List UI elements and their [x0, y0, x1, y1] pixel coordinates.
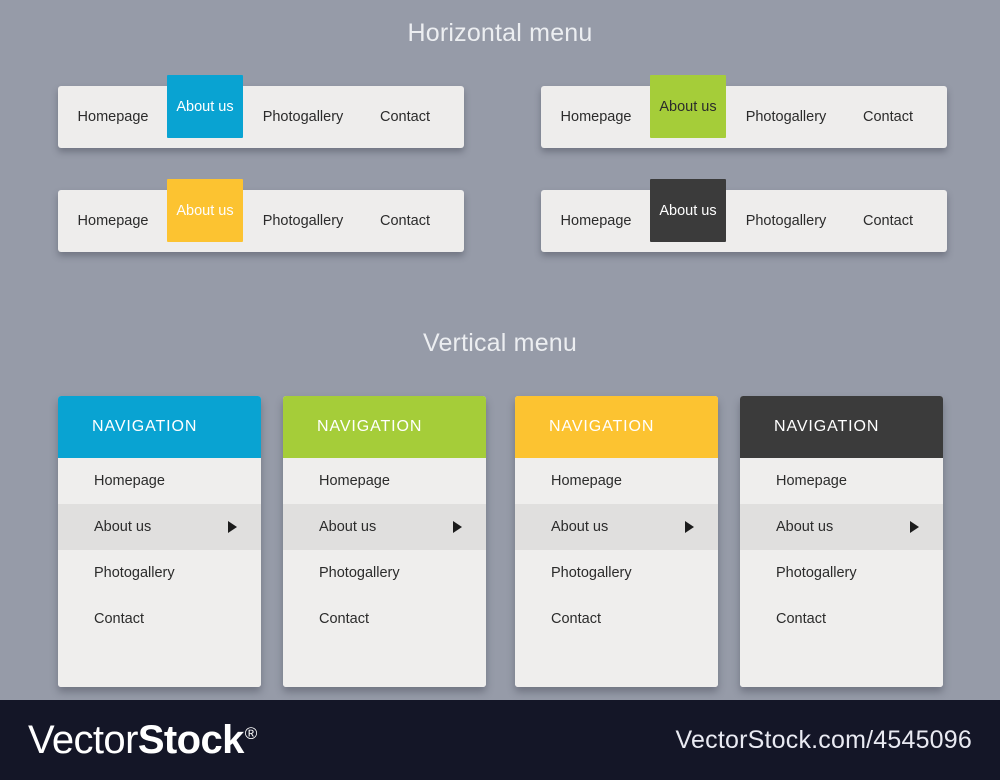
arrow-right-icon: [228, 521, 237, 533]
hmenu-yellow-item-aboutus-active[interactable]: About us: [167, 179, 243, 242]
vertical-menu-section-title: Vertical menu: [422, 329, 578, 357]
horizontal-menu-green: Homepage Photogallery Contact About us: [541, 75, 947, 148]
vmenu-item-label: About us: [551, 519, 609, 535]
arrow-right-icon: [685, 521, 694, 533]
vmenu-yellow-header: NAVIGATION: [515, 396, 718, 458]
hmenu-item-label: Contact: [863, 213, 913, 229]
hmenu-dark-item-aboutus-active[interactable]: About us: [650, 179, 726, 242]
hmenu-green-item-homepage[interactable]: Homepage: [541, 86, 651, 148]
footer-url: VectorStock.com/4545096: [675, 725, 972, 754]
vmenu-green-header: NAVIGATION: [283, 396, 486, 458]
hmenu-green-item-aboutus-active[interactable]: About us: [650, 75, 726, 138]
vmenu-item-label: Photogallery: [319, 565, 400, 581]
vmenu-dark-item-aboutus[interactable]: About us: [740, 504, 943, 550]
vmenu-item-label: Contact: [551, 611, 601, 627]
hmenu-item-label: About us: [659, 202, 717, 219]
vmenu-green-item-aboutus[interactable]: About us: [283, 504, 486, 550]
hmenu-item-label: Photogallery: [262, 213, 344, 229]
vmenu-yellow-item-photogallery[interactable]: Photogallery: [515, 550, 718, 596]
hmenu-dark-item-photogallery[interactable]: Photogallery: [727, 190, 845, 252]
logo-text-vector: Vector: [28, 717, 138, 762]
vmenu-green-item-photogallery[interactable]: Photogallery: [283, 550, 486, 596]
registered-trademark-icon: ®: [244, 723, 258, 743]
vectorstock-logo: Vector Stock ®: [28, 717, 258, 763]
vmenu-dark-header: NAVIGATION: [740, 396, 943, 458]
vmenu-header-label: NAVIGATION: [549, 418, 655, 435]
vmenu-blue-item-aboutus[interactable]: About us: [58, 504, 261, 550]
hmenu-item-label: Homepage: [77, 109, 149, 125]
hmenu-dark-item-homepage[interactable]: Homepage: [541, 190, 651, 252]
vmenu-header-label: NAVIGATION: [92, 418, 198, 435]
vmenu-item-label: About us: [94, 519, 152, 535]
vmenu-green-item-contact[interactable]: Contact: [283, 596, 486, 642]
vmenu-dark-list: Homepage About us Photogallery Contact: [740, 458, 943, 687]
hmenu-item-label: Contact: [863, 109, 913, 125]
vmenu-item-label: Photogallery: [94, 565, 175, 581]
hmenu-item-label: Homepage: [77, 213, 149, 229]
vmenu-blue-header: NAVIGATION: [58, 396, 261, 458]
hmenu-item-label: Photogallery: [745, 109, 827, 125]
hmenu-item-label: About us: [659, 98, 717, 115]
vmenu-blue-item-contact[interactable]: Contact: [58, 596, 261, 642]
hmenu-item-label: Photogallery: [745, 213, 827, 229]
hmenu-item-label: Contact: [380, 109, 430, 125]
vmenu-yellow-list: Homepage About us Photogallery Contact: [515, 458, 718, 687]
vmenu-yellow-item-homepage[interactable]: Homepage: [515, 458, 718, 504]
hmenu-yellow-item-photogallery[interactable]: Photogallery: [244, 190, 362, 252]
vertical-menu-yellow: NAVIGATION Homepage About us Photogaller…: [515, 396, 718, 687]
hmenu-item-label: Homepage: [560, 213, 632, 229]
vmenu-item-label: Contact: [319, 611, 369, 627]
horizontal-menu-yellow: Homepage Photogallery Contact About us: [58, 179, 464, 252]
design-canvas: Horizontal menu Homepage Photogallery Co…: [0, 0, 1000, 700]
vmenu-yellow-item-contact[interactable]: Contact: [515, 596, 718, 642]
vmenu-blue-list: Homepage About us Photogallery Contact: [58, 458, 261, 687]
vmenu-item-label: Photogallery: [551, 565, 632, 581]
hmenu-blue-item-photogallery[interactable]: Photogallery: [244, 86, 362, 148]
vmenu-item-label: Homepage: [319, 473, 390, 489]
horizontal-menu-section-title: Horizontal menu: [407, 19, 593, 47]
vmenu-item-label: Homepage: [776, 473, 847, 489]
vmenu-green-item-homepage[interactable]: Homepage: [283, 458, 486, 504]
vertical-menu-blue: NAVIGATION Homepage About us Photogaller…: [58, 396, 261, 687]
vmenu-header-label: NAVIGATION: [317, 418, 423, 435]
vmenu-green-list: Homepage About us Photogallery Contact: [283, 458, 486, 687]
vmenu-yellow-item-aboutus[interactable]: About us: [515, 504, 718, 550]
arrow-right-icon: [910, 521, 919, 533]
hmenu-item-label: About us: [176, 98, 234, 115]
vmenu-dark-item-contact[interactable]: Contact: [740, 596, 943, 642]
watermark-footer: Vector Stock ® VectorStock.com/4545096: [0, 700, 1000, 780]
hmenu-item-label: Photogallery: [262, 109, 344, 125]
vmenu-item-label: Photogallery: [776, 565, 857, 581]
vmenu-item-label: About us: [319, 519, 377, 535]
hmenu-blue-item-homepage[interactable]: Homepage: [58, 86, 168, 148]
hmenu-green-item-photogallery[interactable]: Photogallery: [727, 86, 845, 148]
horizontal-menu-dark: Homepage Photogallery Contact About us: [541, 179, 947, 252]
vertical-menu-dark: NAVIGATION Homepage About us Photogaller…: [740, 396, 943, 687]
vmenu-dark-item-photogallery[interactable]: Photogallery: [740, 550, 943, 596]
hmenu-dark-item-contact[interactable]: Contact: [845, 190, 931, 252]
vertical-menu-green: NAVIGATION Homepage About us Photogaller…: [283, 396, 486, 687]
vmenu-dark-item-homepage[interactable]: Homepage: [740, 458, 943, 504]
hmenu-item-label: Contact: [380, 213, 430, 229]
vmenu-item-label: Homepage: [551, 473, 622, 489]
hmenu-item-label: About us: [176, 202, 234, 219]
hmenu-blue-item-aboutus-active[interactable]: About us: [167, 75, 243, 138]
vmenu-blue-item-photogallery[interactable]: Photogallery: [58, 550, 261, 596]
vmenu-item-label: About us: [776, 519, 834, 535]
vmenu-item-label: Homepage: [94, 473, 165, 489]
horizontal-menu-blue: Homepage Photogallery Contact About us: [58, 75, 464, 148]
hmenu-green-item-contact[interactable]: Contact: [845, 86, 931, 148]
hmenu-item-label: Homepage: [560, 109, 632, 125]
hmenu-yellow-item-contact[interactable]: Contact: [362, 190, 448, 252]
hmenu-yellow-item-homepage[interactable]: Homepage: [58, 190, 168, 252]
vmenu-blue-item-homepage[interactable]: Homepage: [58, 458, 261, 504]
arrow-right-icon: [453, 521, 462, 533]
hmenu-blue-item-contact[interactable]: Contact: [362, 86, 448, 148]
vmenu-item-label: Contact: [776, 611, 826, 627]
logo-text-stock: Stock: [137, 717, 245, 762]
vmenu-item-label: Contact: [94, 611, 144, 627]
vmenu-header-label: NAVIGATION: [774, 418, 880, 435]
